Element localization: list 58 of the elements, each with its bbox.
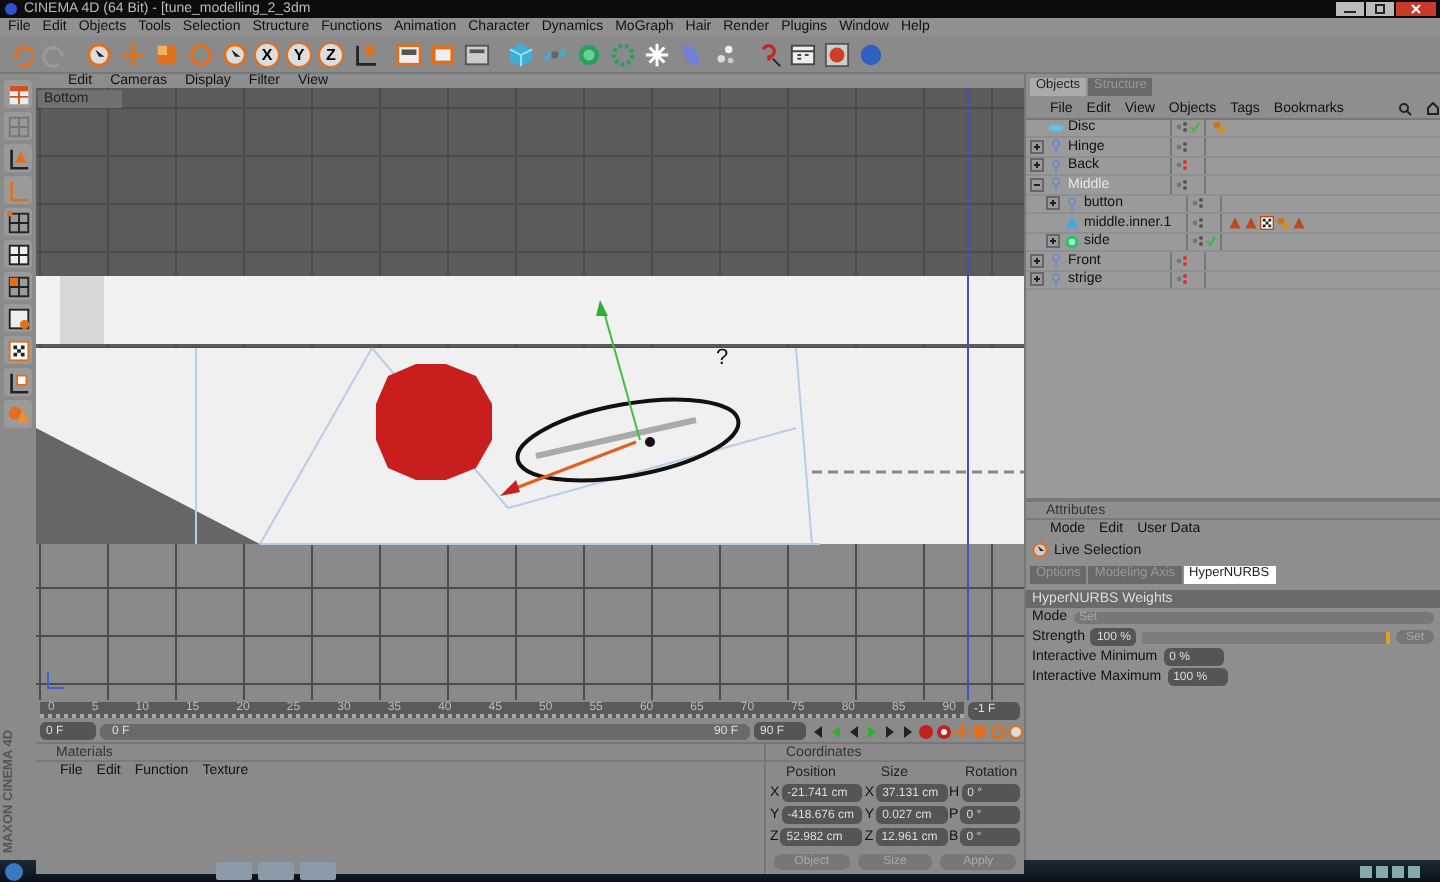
- scale-tool-icon[interactable]: [153, 41, 179, 67]
- render-settings-icon[interactable]: [463, 41, 489, 67]
- autokey-icon[interactable]: [936, 723, 952, 739]
- visibility-dots-icon[interactable]: [1192, 234, 1204, 249]
- visibility-dots-icon[interactable]: [1192, 215, 1204, 230]
- cursor-icon[interactable]: [221, 41, 247, 67]
- slider-fill[interactable]: [1142, 631, 1390, 643]
- tag-icon[interactable]: [1260, 215, 1274, 230]
- visibility-dots-icon[interactable]: [1176, 253, 1188, 268]
- checker-icon[interactable]: [5, 337, 31, 363]
- nurbs-icon[interactable]: [575, 41, 601, 67]
- key-parameter-icon[interactable]: [1008, 723, 1024, 739]
- axis-lock-button[interactable]: Y: [286, 41, 312, 67]
- expand-icon[interactable]: [1030, 253, 1044, 268]
- minimize-icon[interactable]: [1336, 2, 1364, 16]
- expand-icon[interactable]: [1030, 272, 1044, 287]
- go-to-end-icon[interactable]: [900, 723, 916, 739]
- collapse-icon[interactable]: [1030, 177, 1044, 192]
- expand-icon[interactable]: [1030, 139, 1044, 154]
- check-icon[interactable]: [1190, 122, 1200, 133]
- next-key-icon[interactable]: [882, 723, 898, 739]
- axis-gizmo-icon: [44, 668, 68, 692]
- uv-mode-icon[interactable]: [5, 305, 31, 331]
- expand-icon[interactable]: [1046, 234, 1060, 249]
- expand-icon[interactable]: [1046, 196, 1060, 211]
- visibility-dots-icon[interactable]: [1176, 272, 1188, 287]
- sphere-icon[interactable]: [857, 41, 883, 67]
- cube-icon[interactable]: [507, 41, 533, 67]
- visibility-dots-icon[interactable]: [1176, 158, 1188, 173]
- axis-lock-button[interactable]: Z: [318, 41, 344, 67]
- points-mode-icon[interactable]: [5, 209, 31, 235]
- coordinate-system-icon[interactable]: [351, 41, 377, 67]
- play-backward-icon[interactable]: [846, 723, 862, 739]
- render-view-icon[interactable]: [395, 41, 421, 67]
- go-to-start-icon[interactable]: [810, 723, 826, 739]
- cursor-icon: [1032, 542, 1048, 558]
- visibility-dots-icon[interactable]: [1192, 196, 1204, 211]
- edges-mode-icon[interactable]: [5, 241, 31, 267]
- start-button-icon[interactable]: [4, 861, 24, 881]
- expand-icon[interactable]: [1030, 158, 1044, 173]
- axis-cone-icon[interactable]: [5, 145, 31, 171]
- maximize-icon[interactable]: [1366, 2, 1394, 16]
- cursor-icon[interactable]: [85, 41, 111, 67]
- check-icon[interactable]: [1206, 236, 1216, 247]
- grid-icon[interactable]: [5, 81, 31, 107]
- visibility-dots-icon[interactable]: [1176, 177, 1188, 192]
- app-icon: [4, 2, 18, 16]
- axis-lock-button[interactable]: X: [254, 41, 280, 67]
- visibility-dots-icon[interactable]: [1176, 120, 1188, 135]
- annotation-mark: ?: [716, 348, 729, 370]
- close-icon[interactable]: [1396, 2, 1436, 16]
- axis-checker-icon[interactable]: [5, 369, 31, 395]
- home-icon[interactable]: [1426, 101, 1440, 115]
- visibility-dots-icon[interactable]: [1176, 139, 1188, 154]
- search-icon[interactable]: [1398, 101, 1412, 115]
- render-icon[interactable]: [823, 41, 849, 67]
- polygons-mode-icon[interactable]: [5, 273, 31, 299]
- render-picture-icon[interactable]: [429, 41, 455, 67]
